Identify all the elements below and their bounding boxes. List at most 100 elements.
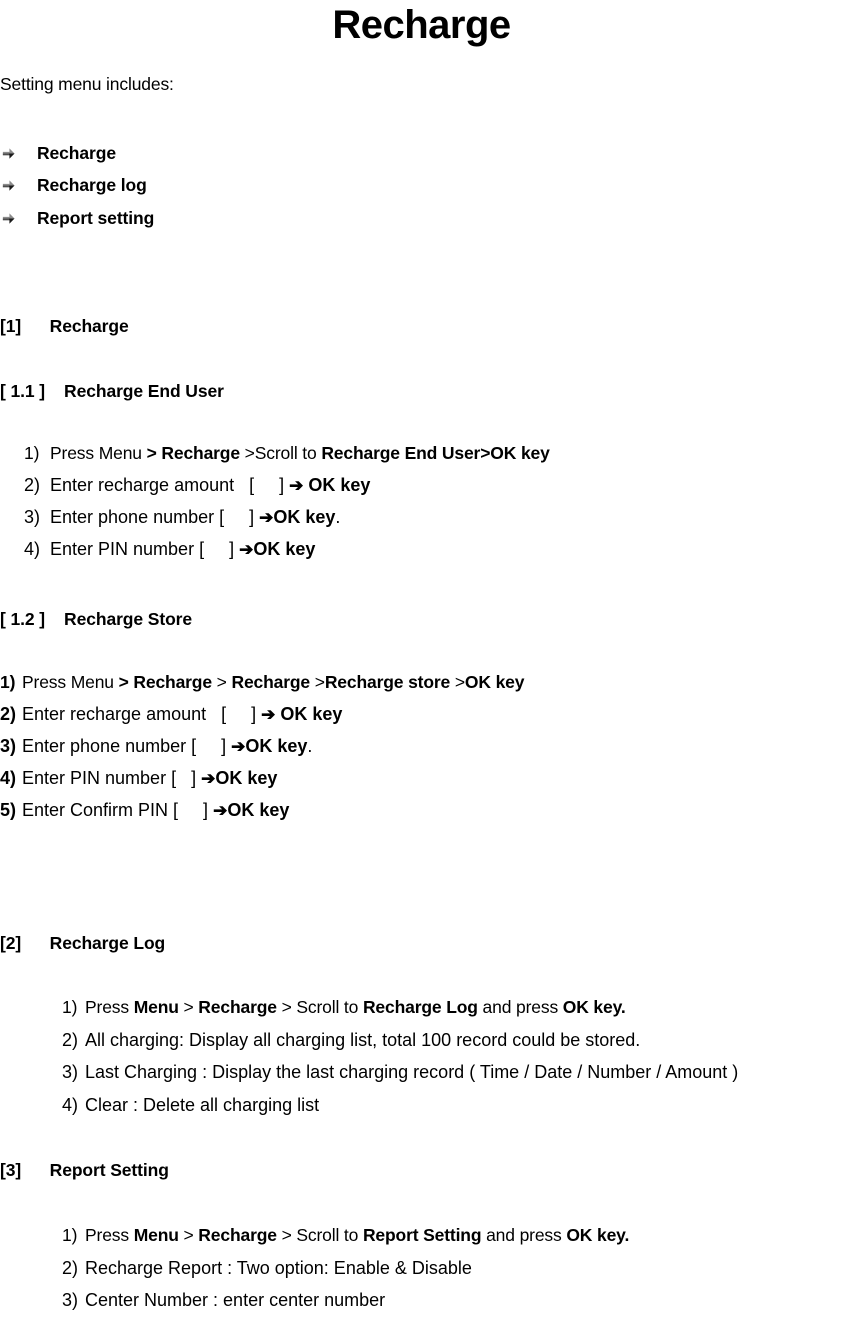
step-text-emphasis: Recharge Log	[362, 997, 478, 1017]
right-arrow-icon: ➔	[259, 508, 274, 527]
step-text-plain: Enter PIN number [ ]	[50, 539, 240, 559]
steps-recharge-log: 1) Press Menu > Recharge > Scroll to Rech…	[62, 997, 738, 1127]
step-text-emphasis: Menu	[133, 997, 179, 1017]
step-text-plain: .	[307, 736, 313, 756]
step-text-emphasis: OK key.	[562, 997, 626, 1017]
right-arrow-icon: ➔	[289, 476, 304, 495]
list-item-label: Report setting	[37, 207, 155, 228]
list-item: Recharge log	[0, 170, 420, 203]
step-number: 2)	[24, 475, 41, 495]
step-text: Press Menu > Recharge >Scroll to Recharg…	[50, 443, 550, 475]
step-number: 3)	[62, 1290, 79, 1310]
step-number: 2)	[62, 1257, 79, 1278]
step-text: Center Number : enter center number	[85, 1290, 385, 1323]
step-text-plain: Enter recharge amount [ ]	[22, 704, 262, 724]
step-text-plain: >	[454, 672, 465, 692]
step-text-plain: Clear : Delete all charging list	[85, 1094, 320, 1115]
step-text: All charging: Display all charging list,…	[85, 1030, 640, 1063]
step-item: 2) All charging: Display all charging lis…	[62, 1030, 738, 1063]
step-text-plain: >	[178, 997, 199, 1017]
step-text: Enter Confirm PIN [ ] ➔OK key	[22, 800, 289, 832]
section-heading-1-1: [ 1.1 ] Recharge End User	[0, 381, 224, 401]
list-item-label: Recharge	[37, 142, 116, 163]
step-text-plain: Enter phone number [ ]	[50, 507, 260, 527]
step-text: Press Menu > Recharge > Scroll to Rechar…	[85, 997, 626, 1030]
step-text-plain: and press	[477, 997, 563, 1017]
step-text: Recharge Report : Two option: Enable & D…	[85, 1258, 472, 1291]
step-text-plain: and press	[481, 1225, 567, 1245]
step-text-plain: .	[335, 507, 341, 527]
step-text-plain: Recharge Report : Two option: Enable & D…	[85, 1257, 472, 1278]
list-item: Report setting	[0, 202, 420, 235]
arrow-bullet-icon	[0, 178, 37, 193]
step-text-plain: >Scroll to	[244, 443, 322, 463]
step-text: Clear : Delete all charging list	[85, 1095, 319, 1128]
step-text-emphasis: OK key	[245, 736, 308, 756]
step-text-plain: >	[178, 1225, 199, 1245]
step-text-emphasis: Recharge	[198, 997, 277, 1017]
step-text: Press Menu > Recharge > Recharge >Rechar…	[22, 672, 524, 704]
step-text: Enter PIN number [ ] ➔OK key	[50, 539, 315, 571]
right-arrow-icon: ➔	[239, 540, 254, 559]
step-number: 1)	[0, 672, 16, 692]
step-text-plain: >	[314, 672, 325, 692]
step-item: 3) Enter phone number [ ] ➔OK key.	[24, 507, 550, 539]
steps-recharge-end-user: 1) Press Menu > Recharge >Scroll to Recha…	[24, 443, 550, 571]
step-text-emphasis: OK key	[215, 768, 278, 788]
step-text-emphasis: OK key	[303, 475, 371, 495]
step-text-plain: Enter Confirm PIN [ ]	[22, 800, 214, 820]
step-text-emphasis: > Recharge	[146, 443, 245, 463]
step-text-plain: Enter phone number [ ]	[22, 736, 232, 756]
step-text: Enter PIN number [ ] ➔OK key	[22, 768, 277, 800]
step-text-plain: >	[216, 672, 232, 692]
step-number: 1)	[24, 443, 40, 463]
list-item-label: Recharge log	[37, 175, 147, 196]
section-heading-2: [2] Recharge Log	[0, 933, 166, 953]
step-item: 3) Enter phone number [ ] ➔OK key.	[0, 736, 524, 768]
step-number: 1)	[62, 997, 78, 1017]
arrow-bullet-icon	[0, 211, 37, 226]
section-heading-1-2: [ 1.2 ] Recharge Store	[0, 609, 193, 629]
step-text-plain: Press	[85, 997, 134, 1017]
step-item: 1) Press Menu > Recharge > Scroll to Rech…	[62, 997, 738, 1030]
step-item: 4) Clear : Delete all charging list	[62, 1095, 738, 1128]
list-item: Recharge	[0, 137, 420, 170]
step-number: 5)	[0, 800, 17, 820]
right-arrow-icon: ➔	[201, 769, 216, 788]
step-item: 4) Enter PIN number [ ] ➔OK key	[0, 768, 524, 800]
step-text: Enter recharge amount [ ] ➔ OK key	[50, 475, 370, 507]
step-number: 1)	[62, 1225, 78, 1245]
step-number: 3)	[62, 1062, 79, 1082]
step-item: 5) Enter Confirm PIN [ ] ➔OK key	[0, 800, 524, 832]
step-item: 1) Press Menu > Recharge > Scroll to Repo…	[62, 1225, 629, 1258]
arrow-bullet-icon	[0, 146, 37, 161]
step-item: 2) Recharge Report : Two option: Enable &…	[62, 1258, 629, 1291]
step-text-emphasis: Recharge store	[324, 672, 455, 692]
step-item: 2) Enter recharge amount [ ] ➔ OK key	[0, 704, 524, 736]
step-item: 3) Center Number : enter center number	[62, 1290, 629, 1323]
steps-report-setting: 1) Press Menu > Recharge > Scroll to Repo…	[62, 1225, 629, 1323]
step-text: Enter recharge amount [ ] ➔ OK key	[22, 704, 342, 736]
steps-recharge-store: 1) Press Menu > Recharge > Recharge >Rech…	[0, 672, 524, 832]
step-item: 3) Last Charging : Display the last charg…	[62, 1062, 738, 1095]
step-text-emphasis: OK key	[253, 539, 316, 559]
setting-menu-list: Recharge Recharge log Report setting	[0, 137, 420, 235]
step-text-plain: Press Menu	[22, 672, 119, 692]
step-item: 2) Enter recharge amount [ ] ➔ OK key	[24, 475, 550, 507]
step-text-emphasis: OK key	[275, 704, 343, 724]
step-text-plain: Press Menu	[50, 443, 147, 463]
section-heading-3: [3] Report Setting	[0, 1160, 169, 1180]
page-title: Recharge	[332, 3, 511, 47]
step-text-emphasis: Recharge End User>OK key	[321, 443, 550, 463]
step-item: 1) Press Menu > Recharge >Scroll to Recha…	[24, 443, 550, 475]
step-text-plain: Enter recharge amount [ ]	[50, 475, 290, 495]
step-text: Last Charging : Display the last chargin…	[85, 1062, 738, 1095]
step-text-plain: Enter PIN number [ ]	[22, 768, 202, 788]
step-number: 3)	[24, 507, 41, 527]
step-item: 1) Press Menu > Recharge > Recharge >Rech…	[0, 672, 524, 704]
step-number: 2)	[0, 704, 17, 724]
step-number: 4)	[24, 539, 41, 559]
step-text-plain: > Scroll to	[276, 1225, 363, 1245]
step-text-plain: Press	[85, 1225, 134, 1245]
step-text-emphasis: OK key	[464, 672, 525, 692]
